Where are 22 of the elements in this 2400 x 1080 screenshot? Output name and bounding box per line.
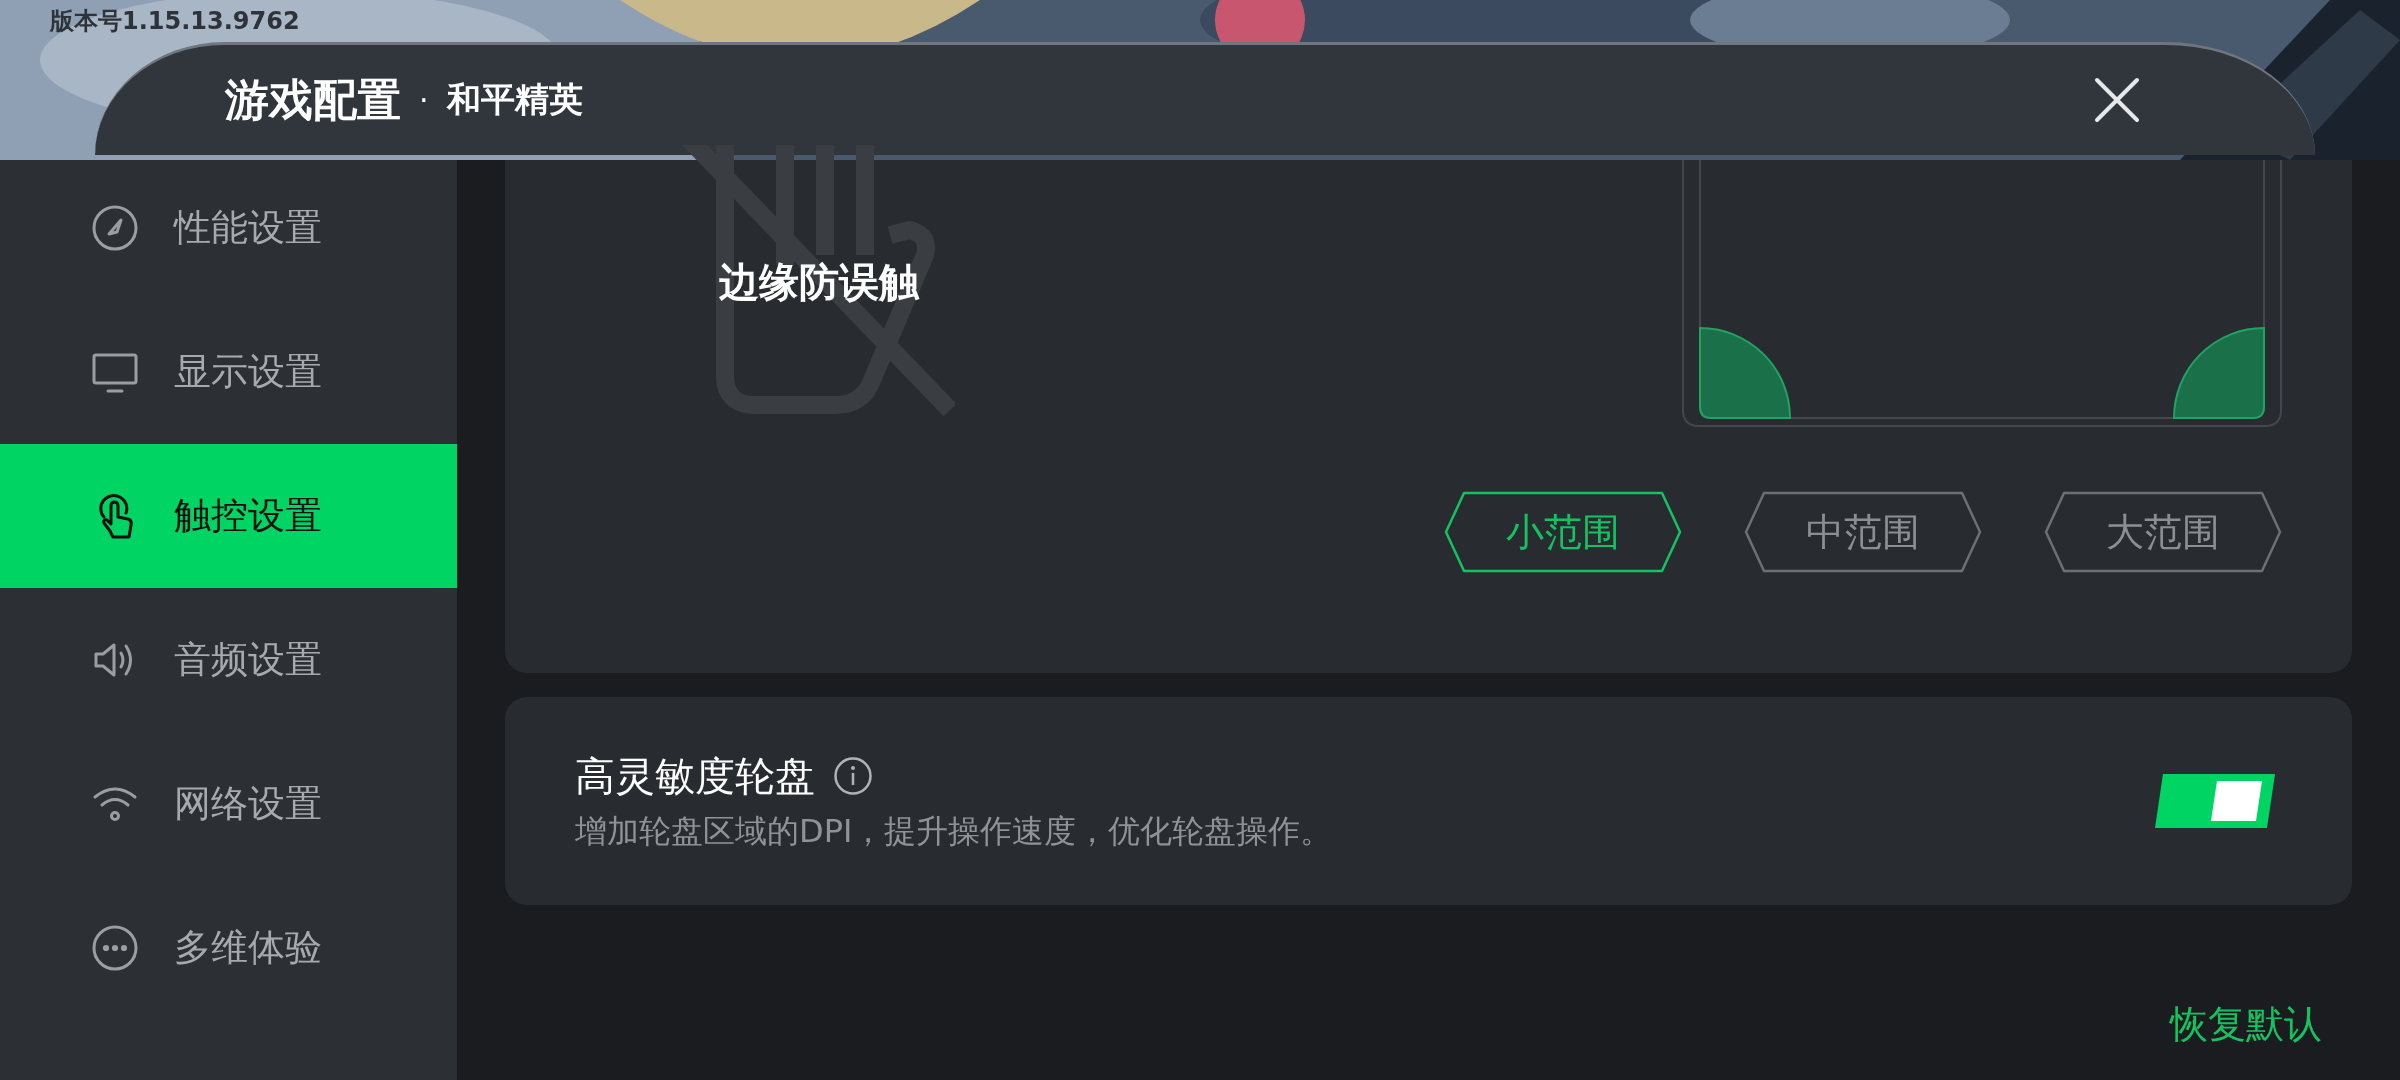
setting-description: 增加轮盘区域的DPI，提升操作速度，优化轮盘操作。 xyxy=(575,810,1333,852)
sidebar-item[interactable]: 性能设置 xyxy=(0,156,457,300)
sidebar-item[interactable]: 触控设置 xyxy=(0,444,457,588)
setting-title: 高灵敏度轮盘 xyxy=(575,751,815,801)
game-name: 和平精英 xyxy=(446,78,583,121)
sidebar-item[interactable]: 网络设置 xyxy=(0,732,457,876)
info-icon[interactable] xyxy=(833,756,873,796)
version-label: 版本号1.15.13.9762 xyxy=(50,6,300,36)
toggle-switch[interactable] xyxy=(2153,772,2277,830)
restore-default-link[interactable]: 恢复默认 xyxy=(2170,999,2322,1050)
range-option[interactable]: 小范围 xyxy=(1444,491,1682,573)
sidebar-item[interactable]: 多维体验 xyxy=(0,876,457,1020)
gauge-icon xyxy=(90,203,140,253)
window-title: 游戏配置 xyxy=(225,72,401,127)
sidebar-item[interactable]: 显示设置 xyxy=(0,300,457,444)
separator-dot: · xyxy=(419,82,429,118)
dots-icon xyxy=(90,923,140,973)
close-icon[interactable] xyxy=(2094,77,2140,123)
setting-title: 边缘防误触 xyxy=(719,258,919,307)
sidebar-item[interactable]: 音频设置 xyxy=(0,588,457,732)
range-option[interactable]: 中范围 xyxy=(1744,491,1982,573)
range-option[interactable]: 大范围 xyxy=(2044,491,2282,573)
